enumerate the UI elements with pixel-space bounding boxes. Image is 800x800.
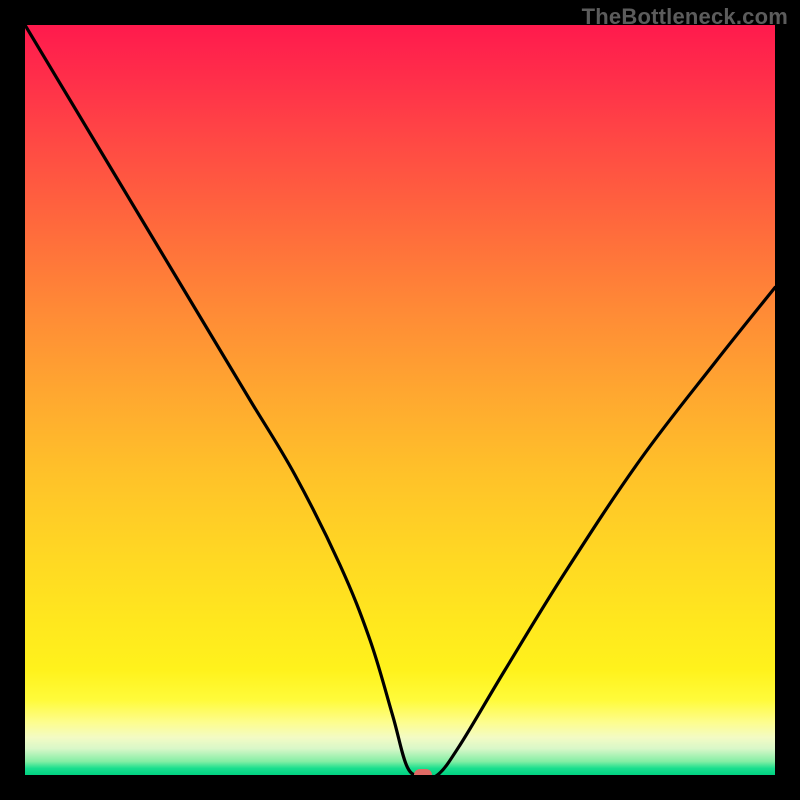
optimum-marker (414, 769, 432, 775)
plot-area (25, 25, 775, 775)
curve-layer (25, 25, 775, 775)
watermark-text: TheBottleneck.com (582, 4, 788, 30)
chart-frame: TheBottleneck.com (0, 0, 800, 800)
bottleneck-curve (25, 25, 775, 775)
